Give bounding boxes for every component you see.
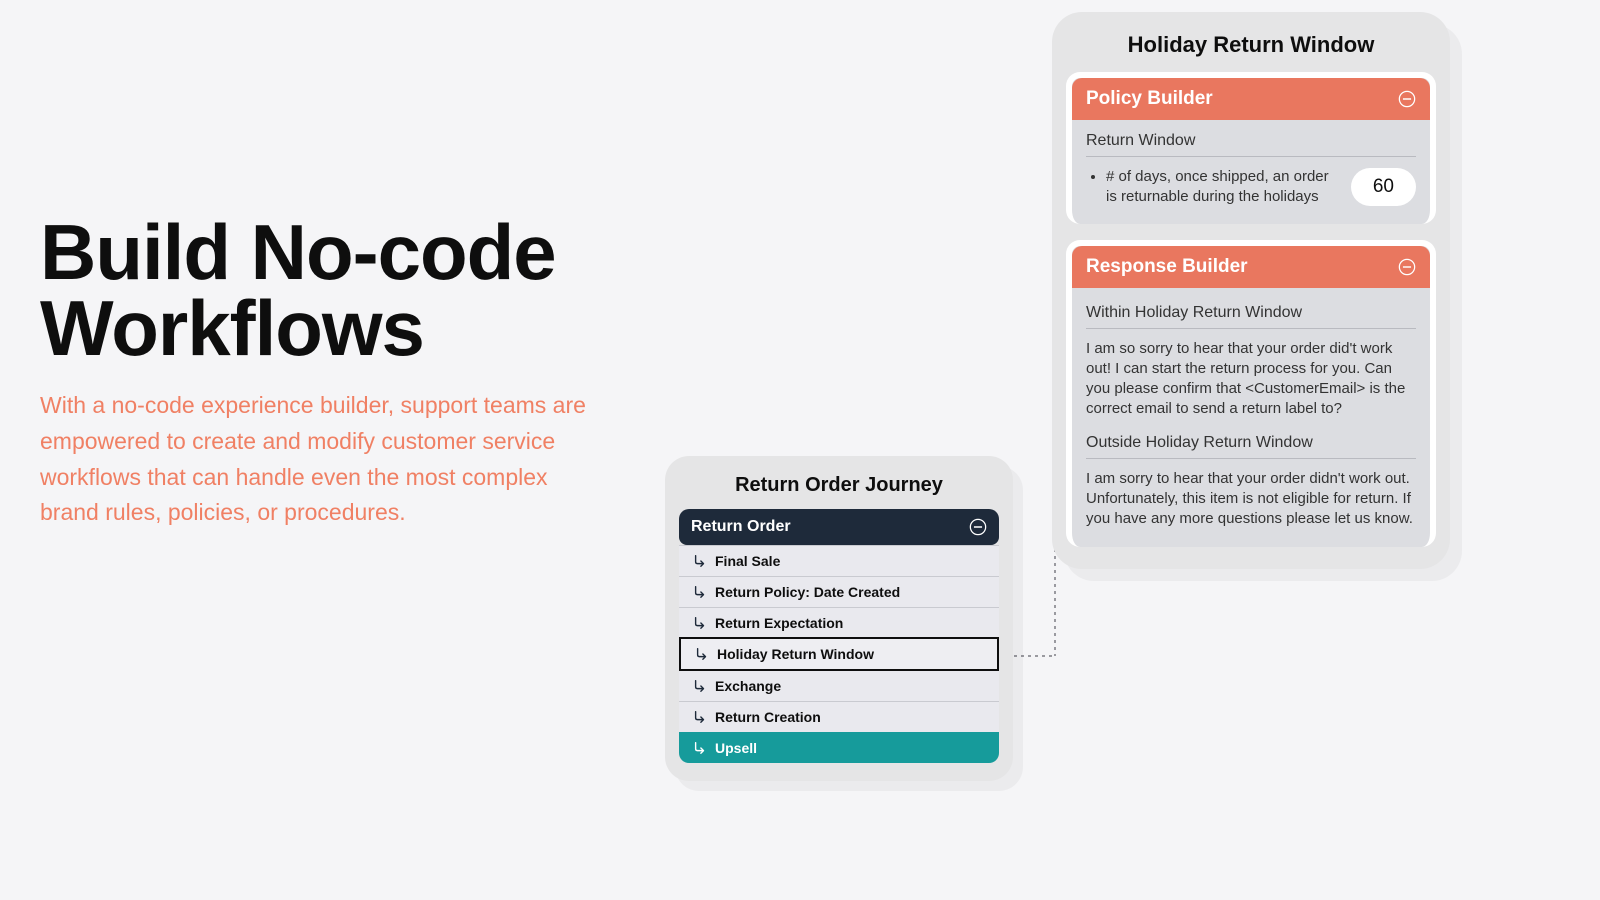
sub-arrow-icon — [695, 647, 709, 661]
policy-row: # of days, once shipped, an order is ret… — [1086, 167, 1416, 208]
response-builder-body: Within Holiday Return Window I am so sor… — [1072, 288, 1430, 548]
journey-row-label: Holiday Return Window — [717, 646, 874, 662]
journey-row-label: Upsell — [715, 740, 757, 756]
sub-arrow-icon — [693, 710, 707, 724]
journey-row[interactable]: Exchange — [679, 670, 999, 701]
collapse-icon[interactable] — [969, 518, 987, 536]
detail-title: Holiday Return Window — [1066, 32, 1436, 58]
journey-box: Return Order Final Sale Return Policy: Da… — [679, 509, 999, 763]
journey-row-label: Return Creation — [715, 709, 821, 725]
hero-copy: Build No-code Workflows With a no-code e… — [40, 215, 610, 531]
sub-arrow-icon — [693, 554, 707, 568]
journey-row[interactable]: Return Expectation — [679, 607, 999, 638]
collapse-icon[interactable] — [1398, 90, 1416, 108]
journey-row-label: Return Expectation — [715, 615, 843, 631]
policy-section-label: Return Window — [1086, 132, 1416, 157]
policy-value-input[interactable]: 60 — [1351, 168, 1416, 206]
journey-row-label: Final Sale — [715, 553, 780, 569]
response-within-label: Within Holiday Return Window — [1086, 304, 1416, 329]
response-outside-text: I am sorry to hear that your order didn'… — [1086, 469, 1416, 530]
policy-builder-header[interactable]: Policy Builder — [1072, 78, 1430, 120]
sub-arrow-icon — [693, 616, 707, 630]
journey-row[interactable]: Return Creation — [679, 701, 999, 732]
journey-row[interactable]: Holiday Return Window — [679, 637, 999, 671]
journey-row-label: Return Policy: Date Created — [715, 584, 900, 600]
hero-heading-line2: Workflows — [40, 284, 424, 372]
journey-header[interactable]: Return Order — [679, 509, 999, 545]
journey-panel: Return Order Journey Return Order Final … — [665, 456, 1013, 781]
journey-row[interactable]: Return Policy: Date Created — [679, 576, 999, 607]
response-builder-card: Response Builder Within Holiday Return W… — [1066, 240, 1436, 548]
detail-panel: Holiday Return Window Policy Builder Ret… — [1052, 12, 1450, 569]
journey-title: Return Order Journey — [679, 474, 999, 497]
journey-row-label: Exchange — [715, 678, 781, 694]
sub-arrow-icon — [693, 679, 707, 693]
policy-builder-card: Policy Builder Return Window # of days, … — [1066, 72, 1436, 224]
response-builder-header[interactable]: Response Builder — [1072, 246, 1430, 288]
journey-row[interactable]: Upsell — [679, 732, 999, 763]
sub-arrow-icon — [693, 585, 707, 599]
hero-heading: Build No-code Workflows — [40, 215, 610, 366]
sub-arrow-icon — [693, 741, 707, 755]
response-outside-label: Outside Holiday Return Window — [1086, 434, 1416, 459]
response-builder-header-label: Response Builder — [1086, 256, 1248, 278]
policy-builder-header-label: Policy Builder — [1086, 88, 1213, 110]
hero-body: With a no-code experience builder, suppo… — [40, 388, 610, 531]
journey-row[interactable]: Final Sale — [679, 545, 999, 576]
journey-header-label: Return Order — [691, 518, 791, 536]
collapse-icon[interactable] — [1398, 258, 1416, 276]
policy-builder-body: Return Window # of days, once shipped, a… — [1072, 120, 1430, 224]
response-within-text: I am so sorry to hear that your order di… — [1086, 339, 1416, 420]
policy-bullet: # of days, once shipped, an order is ret… — [1106, 167, 1337, 208]
